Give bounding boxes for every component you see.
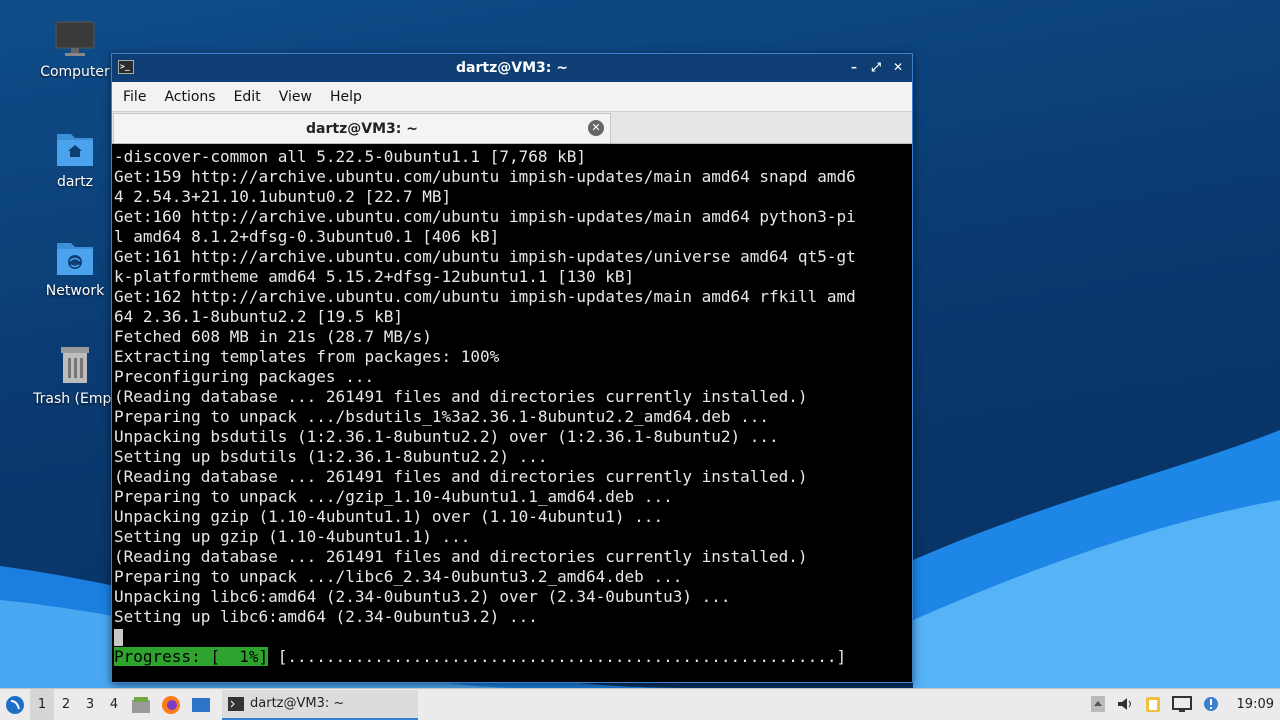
show-desktop-button[interactable] [186,689,216,720]
terminal-line: Extracting templates from packages: 100% [114,347,500,366]
terminal-line: -discover-common all 5.22.5-0ubuntu1.1 [… [114,147,587,166]
desktop-icon-label: dartz [56,174,94,190]
menu-view[interactable]: View [270,89,321,105]
firefox-launcher[interactable] [156,689,186,720]
terminal-app-icon: >_ [118,60,134,74]
task-label: dartz@VM3: ~ [250,696,345,711]
terminal-cursor-line [114,627,912,647]
terminal-icon [228,696,244,711]
terminal-line: Preparing to unpack .../bsdutils_1%3a2.3… [114,407,770,426]
terminal-line: 4 2.54.3+21.10.1ubuntu0.2 [22.7 MB] [114,187,452,206]
progress-label: Progress: [ 1%] [114,647,269,666]
terminal-line: Fetched 608 MB in 21s (28.7 MB/s) [114,327,432,346]
desktop-icon-network[interactable]: Network [25,237,125,299]
window-titlebar[interactable]: >_ dartz@VM3: ~ – ⤢ ✕ [112,54,912,82]
terminal-line: Get:160 http://archive.ubuntu.com/ubuntu… [114,207,856,226]
workspace-4[interactable]: 4 [102,689,126,720]
terminal-line: Setting up gzip (1.10-4ubuntu1.1) ... [114,527,471,546]
home-folder-icon [57,134,93,166]
terminal-line: 64 2.36.1-8ubuntu2.2 [19.5 kB] [114,307,403,326]
file-manager-icon [132,696,150,713]
trash-icon [61,347,89,383]
workspace-1[interactable]: 1 [30,688,54,720]
terminal-line: (Reading database ... 261491 files and d… [114,387,808,406]
workspace-3[interactable]: 3 [78,689,102,720]
menu-file[interactable]: File [114,89,155,105]
text-cursor [114,629,123,646]
close-button[interactable]: ✕ [890,58,906,76]
task-terminal[interactable]: dartz@VM3: ~ [222,689,418,720]
terminal-line: Get:159 http://archive.ubuntu.com/ubuntu… [114,167,856,186]
tab-close-icon[interactable]: ✕ [588,120,604,136]
maximize-button[interactable]: ⤢ [868,58,884,76]
minimize-button[interactable]: – [846,58,862,76]
terminal-line: Unpacking gzip (1.10-4ubuntu1.1) over (1… [114,507,664,526]
terminal-line: Preconfiguring packages ... [114,367,375,386]
terminal-line: Unpacking bsdutils (1:2.36.1-8ubuntu2.2)… [114,427,779,446]
file-manager-launcher[interactable] [126,689,156,720]
desktop-icon-trash[interactable]: Trash (Empt [25,345,125,407]
terminal-line: (Reading database ... 261491 files and d… [114,547,808,566]
progress-line: Progress: [ 1%] [.......................… [114,647,912,667]
lubuntu-logo-icon [6,695,24,714]
terminal-line: Get:162 http://archive.ubuntu.com/ubuntu… [114,287,856,306]
progress-bar: [.......................................… [268,647,847,666]
clipboard-icon[interactable] [1144,695,1162,713]
firefox-icon [162,695,180,714]
clock[interactable]: 19:09 [1237,689,1274,720]
terminal-line: Setting up libc6:amd64 (2.34-0ubuntu3.2)… [114,607,538,626]
terminal-line: Unpacking libc6:amd64 (2.34-0ubuntu3.2) … [114,587,731,606]
desktop-icon-computer[interactable]: Computer [25,20,125,80]
menu-bar: File Actions Edit View Help [112,82,912,112]
terminal-line: (Reading database ... 261491 files and d… [114,467,808,486]
network-icon[interactable] [1172,695,1192,713]
terminal-line: Preparing to unpack .../libc6_2.34-0ubun… [114,567,683,586]
desktop-icon-label: Trash (Empt [33,391,117,407]
monitor-icon [55,21,95,56]
terminal-line: Setting up bsdutils (1:2.36.1-8ubuntu2.2… [114,447,548,466]
menu-actions[interactable]: Actions [155,89,224,105]
update-icon[interactable] [1090,695,1106,713]
terminal-line: k-platformtheme amd64 5.15.2+dfsg-12ubun… [114,267,635,286]
terminal-line: Get:161 http://archive.ubuntu.com/ubuntu… [114,247,856,266]
desktop-icon-home[interactable]: dartz [25,128,125,190]
terminal-window[interactable]: >_ dartz@VM3: ~ – ⤢ ✕ File Actions Edit … [111,53,913,683]
notification-icon[interactable] [1202,695,1220,713]
menu-help[interactable]: Help [321,89,371,105]
terminal-line: Preparing to unpack .../gzip_1.10-4ubunt… [114,487,673,506]
desktop-icon [192,697,210,712]
volume-icon[interactable] [1116,695,1134,713]
workspace-2[interactable]: 2 [54,689,78,720]
terminal-lines: -discover-common all 5.22.5-0ubuntu1.1 [… [114,147,912,627]
terminal-tab[interactable]: dartz@VM3: ~ ✕ [113,113,611,143]
terminal-output[interactable]: -discover-common all 5.22.5-0ubuntu1.1 [… [112,145,912,682]
window-title: dartz@VM3: ~ [456,60,568,76]
network-folder-icon [57,243,93,275]
terminal-line: l amd64 8.1.2+dfsg-0.3ubuntu0.1 [406 kB] [114,227,500,246]
taskbar: 1 2 3 4 dartz@VM3: ~ 19:09 [0,688,1280,720]
tab-label: dartz@VM3: ~ [306,120,418,137]
tab-bar: dartz@VM3: ~ ✕ [112,112,912,144]
system-tray [1090,695,1220,713]
desktop-icon-label: Computer [40,64,110,80]
desktop-icon-label: Network [45,283,105,299]
start-menu-button[interactable] [0,689,30,720]
menu-edit[interactable]: Edit [225,89,270,105]
